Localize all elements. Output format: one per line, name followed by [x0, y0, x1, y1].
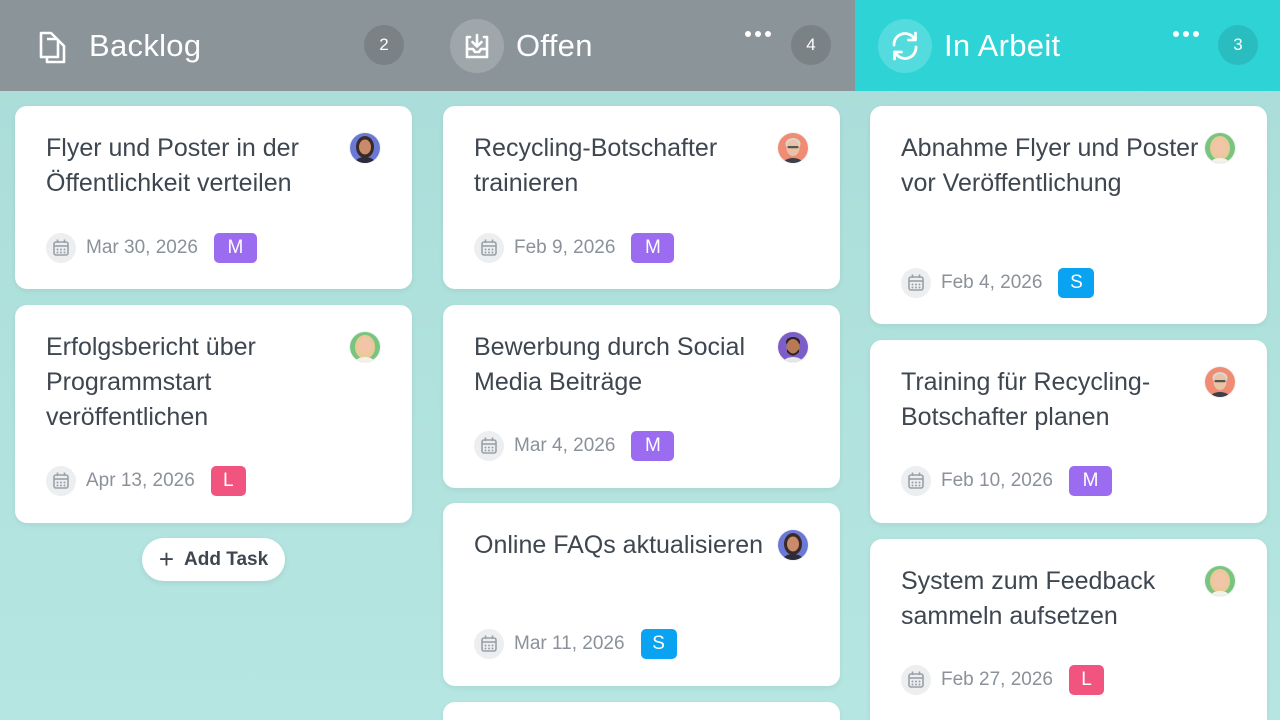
size-badge: M	[631, 233, 675, 263]
calendar-icon	[901, 268, 931, 298]
task-footer: Mar 4, 2026 M	[474, 431, 675, 461]
size-badge: M	[1068, 466, 1112, 496]
task-card[interactable]: Abnahme Flyer und Poster vor Veröffentli…	[870, 106, 1267, 324]
calendar-icon	[474, 233, 504, 263]
column-header-backlog[interactable]: Backlog 2	[0, 0, 427, 91]
avatar[interactable]	[777, 529, 809, 561]
task-footer: Feb 27, 2026 L	[901, 665, 1104, 695]
column-count-badge: 3	[1218, 25, 1258, 65]
task-title: Bewerbung durch Social Media Beiträge	[474, 333, 745, 396]
refresh-icon	[878, 18, 932, 73]
due-date: Feb 27, 2026	[941, 669, 1053, 690]
due-date: Feb 4, 2026	[941, 272, 1043, 293]
task-title: System zum Feedback sammeln aufsetzen	[901, 567, 1156, 630]
avatar[interactable]	[349, 331, 381, 363]
task-card[interactable]: Training für Recycling-Botschafter plane…	[870, 340, 1267, 523]
task-card-partial[interactable]	[443, 702, 840, 720]
size-badge: L	[210, 466, 246, 496]
due-date: Mar 11, 2026	[514, 633, 625, 654]
column-title: Backlog	[89, 27, 202, 63]
column-title: Offen	[516, 27, 593, 63]
task-title: Erfolgsbericht über Programmstart veröff…	[46, 333, 256, 431]
task-footer: Feb 9, 2026 M	[474, 233, 675, 263]
task-card[interactable]: Erfolgsbericht über Programmstart veröff…	[15, 305, 412, 523]
size-badge: S	[1058, 268, 1095, 298]
task-title: Training für Recycling-Botschafter plane…	[901, 368, 1151, 431]
due-date: Feb 9, 2026	[514, 237, 616, 258]
more-dots-icon[interactable]	[745, 31, 771, 37]
column-count-badge: 4	[791, 25, 831, 65]
add-task-button[interactable]: + Add Task	[142, 538, 285, 581]
task-card[interactable]: System zum Feedback sammeln aufsetzen Fe…	[870, 539, 1267, 720]
avatar[interactable]	[777, 331, 809, 363]
column-header-in-arbeit[interactable]: In Arbeit 3	[855, 0, 1280, 91]
plus-icon: +	[158, 543, 175, 574]
avatar[interactable]	[777, 132, 809, 164]
calendar-icon	[901, 665, 931, 695]
calendar-icon	[46, 466, 76, 496]
calendar-icon	[901, 466, 931, 496]
task-title: Online FAQs aktualisieren	[474, 531, 764, 559]
column-count-badge: 2	[364, 25, 404, 65]
calendar-icon	[474, 629, 504, 659]
due-date: Apr 13, 2026	[86, 470, 195, 491]
avatar[interactable]	[1204, 565, 1236, 597]
calendar-icon	[46, 233, 76, 263]
size-badge: L	[1068, 665, 1104, 695]
inbox-download-icon	[450, 18, 504, 73]
size-badge: M	[213, 233, 257, 263]
due-date: Feb 10, 2026	[941, 470, 1053, 491]
due-date: Mar 30, 2026	[86, 237, 198, 258]
more-dots-icon[interactable]	[1173, 31, 1199, 37]
calendar-icon	[474, 431, 504, 461]
avatar[interactable]	[1204, 366, 1236, 398]
size-badge: S	[640, 629, 677, 659]
task-footer: Mar 11, 2026 S	[474, 629, 677, 659]
kanban-board: Backlog 2 Offen 4 In Arbeit 3 Flyer und …	[0, 0, 1280, 720]
task-title: Abnahme Flyer und Poster vor Veröffentli…	[901, 134, 1199, 197]
task-title: Recycling-Botschafter trainieren	[474, 134, 718, 197]
task-footer: Mar 30, 2026 M	[46, 233, 257, 263]
task-footer: Apr 13, 2026 L	[46, 466, 246, 496]
task-card[interactable]: Bewerbung durch Social Media Beiträge Ma…	[443, 305, 840, 488]
task-card[interactable]: Online FAQs aktualisieren Mar 11, 2026 S	[443, 503, 840, 686]
task-card[interactable]: Flyer und Poster in der Öffentlichkeit v…	[15, 106, 412, 289]
task-title: Flyer und Poster in der Öffentlichkeit v…	[46, 134, 299, 197]
due-date: Mar 4, 2026	[514, 435, 616, 456]
task-footer: Feb 10, 2026 M	[901, 466, 1112, 496]
column-header-offen[interactable]: Offen 4	[427, 0, 855, 91]
add-task-label: Add Task	[184, 548, 269, 570]
avatar[interactable]	[1204, 132, 1236, 164]
copy-icon	[23, 19, 77, 73]
size-badge: M	[631, 431, 675, 461]
task-card[interactable]: Recycling-Botschafter trainieren Feb 9, …	[443, 106, 840, 289]
task-footer: Feb 4, 2026 S	[901, 268, 1095, 298]
avatar[interactable]	[349, 132, 381, 164]
column-title: In Arbeit	[944, 27, 1061, 63]
